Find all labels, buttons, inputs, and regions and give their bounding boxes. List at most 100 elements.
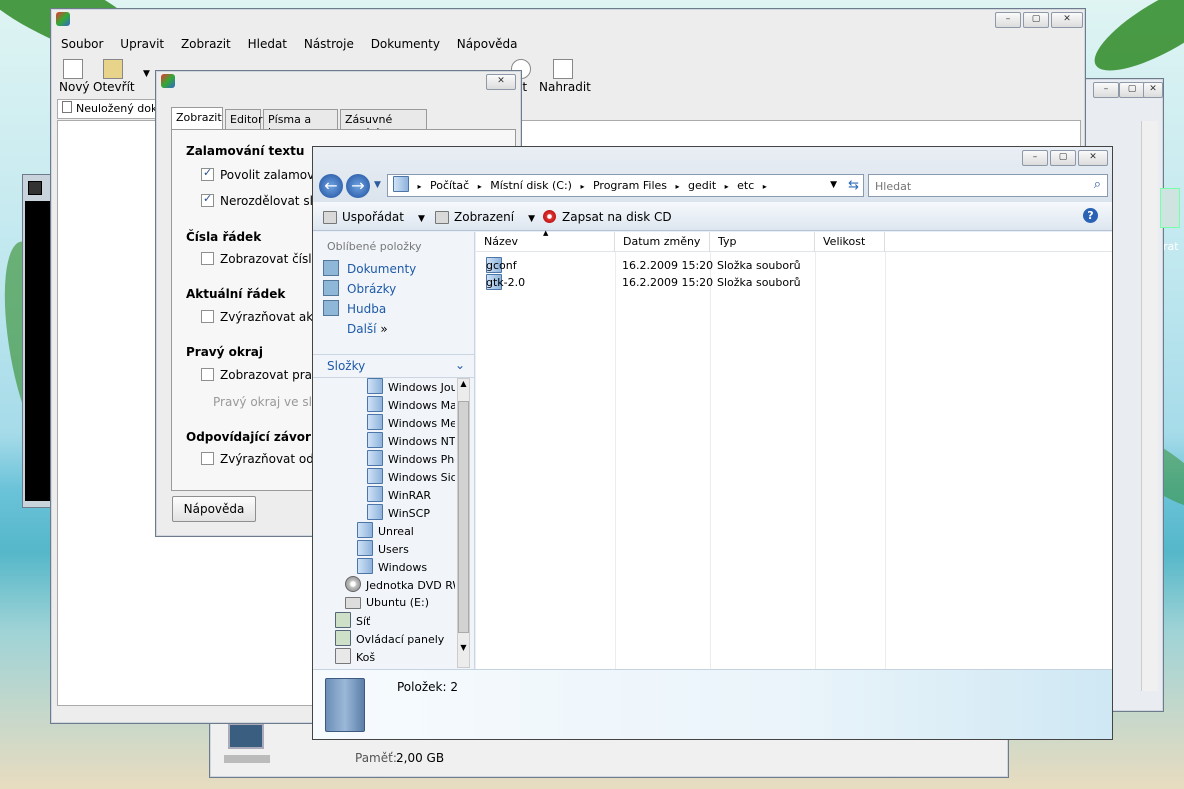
tree-item[interactable]: Unreal (333, 522, 455, 540)
folder-icon (367, 504, 383, 520)
help-icon[interactable]: ? (1083, 208, 1098, 223)
column-headers: Název ▲ Datum změny Typ Velikost (476, 229, 1112, 252)
favorite-music[interactable]: Hudba (323, 300, 416, 320)
tree-item[interactable]: WinSCP (333, 504, 455, 522)
breadcrumb-etc[interactable]: etc (737, 179, 754, 192)
tab-view[interactable]: Zobrazit (171, 107, 223, 129)
menu-help[interactable]: Nápověda (457, 37, 518, 51)
close-button[interactable]: ✕ (486, 74, 516, 90)
tree-item[interactable]: Windows Mail (333, 396, 455, 414)
menu-tools[interactable]: Nástroje (304, 37, 354, 51)
tree-item[interactable]: Windows Sideb (333, 468, 455, 486)
tree-item[interactable]: Windows Photo (333, 450, 455, 468)
menu-file[interactable]: Soubor (61, 37, 103, 51)
favorite-pictures[interactable]: Obrázky (323, 280, 416, 300)
tab-fonts-colors[interactable]: Písma a barvy (263, 109, 338, 139)
menu-documents[interactable]: Dokumenty (371, 37, 440, 51)
tab-editor[interactable]: Editor (225, 109, 263, 129)
terminal-window[interactable] (22, 174, 52, 508)
maximize-button[interactable]: ▢ (1050, 150, 1076, 166)
tree-item[interactable]: Koš (333, 648, 455, 666)
terminal-icon (28, 181, 42, 195)
tree-item[interactable]: Users (333, 540, 455, 558)
folder-icon (367, 378, 383, 394)
scroll-thumb[interactable] (458, 401, 469, 633)
breadcrumb-gedit[interactable]: gedit (688, 179, 716, 192)
section-right-margin: Pravý okraj (186, 345, 263, 359)
open-button[interactable]: Otevřít (93, 59, 135, 94)
search-input[interactable] (873, 179, 1077, 194)
file-row[interactable]: gconf 16.2.2009 15:20 Složka souborů (486, 257, 886, 274)
views-icon (435, 211, 449, 224)
menu-search[interactable]: Hledat (248, 37, 287, 51)
memory-label: Paměť: (355, 751, 397, 765)
new-button[interactable]: Nový (59, 59, 90, 94)
close-button[interactable]: ✕ (1078, 150, 1108, 166)
file-row[interactable]: gtk-2.0 16.2.2009 15:20 Složka souborů (486, 274, 886, 291)
desktop-icon[interactable] (1160, 188, 1180, 228)
refresh-icon[interactable]: ⇆ (848, 175, 859, 196)
close-button[interactable]: ✕ (1051, 12, 1083, 28)
tree-item[interactable]: Síť (333, 612, 455, 630)
minimize-button[interactable]: – (1093, 82, 1119, 98)
address-bar[interactable]: ▸ Počítač ▸ Místní disk (C:) ▸ Program F… (387, 174, 864, 197)
search-box[interactable]: ⌕ (868, 174, 1108, 197)
folder-icon (357, 540, 373, 556)
breadcrumb-program-files[interactable]: Program Files (593, 179, 667, 192)
scroll-down-arrow[interactable]: ▼ (458, 643, 469, 655)
history-dropdown-icon[interactable]: ▼ (374, 180, 381, 190)
minimize-button[interactable]: – (1022, 150, 1048, 166)
dvd-icon (345, 576, 361, 592)
replace-button[interactable]: Nahradit (539, 59, 591, 94)
maximize-button[interactable]: ▢ (1023, 12, 1049, 28)
column-date[interactable]: Datum změny (615, 232, 710, 252)
folder-icon (357, 558, 373, 574)
gedit-app-icon (56, 12, 70, 26)
maximize-button[interactable]: ▢ (1119, 82, 1145, 98)
back-arrow-icon[interactable]: ← (319, 174, 343, 198)
favorite-documents[interactable]: Dokumenty (323, 260, 416, 280)
folder-icon (367, 432, 383, 448)
tree-item[interactable]: Ubuntu (E:) (333, 594, 455, 612)
tree-item[interactable]: Windows NT (333, 432, 455, 450)
drive-icon (345, 597, 361, 609)
computer-folder-icon (393, 176, 409, 192)
burn-cd-button[interactable]: Zapsat na disk CD (543, 210, 672, 224)
tree-scrollbar[interactable]: ▲ ▼ (457, 378, 470, 668)
close-button[interactable]: ✕ (1143, 82, 1163, 98)
column-size[interactable]: Velikost (815, 232, 885, 252)
new-document-icon (63, 59, 83, 79)
tree-item[interactable]: Ovládací panely (333, 630, 455, 648)
breadcrumb-local-disk[interactable]: Místní disk (C:) (490, 179, 572, 192)
search-icon[interactable]: ⌕ (1094, 177, 1101, 192)
views-button[interactable]: Zobrazení ▼ (435, 210, 535, 224)
organize-button[interactable]: Uspořádat ▼ (323, 210, 425, 224)
explorer-window[interactable]: – ▢ ✕ ← → ▼ ▸ Počítač ▸ Místní disk (C:)… (312, 146, 1113, 740)
section-current-line: Aktuální řádek (186, 287, 286, 301)
tree-item[interactable]: Jednotka DVD RW (333, 576, 455, 594)
folder-icon (367, 486, 383, 502)
chevron-down-icon: ▼ (528, 214, 536, 224)
menu-edit[interactable]: Upravit (120, 37, 164, 51)
scrollbar[interactable] (1141, 121, 1158, 691)
burn-disc-icon (543, 210, 556, 223)
forward-arrow-icon[interactable]: → (346, 174, 370, 198)
folders-header[interactable]: Složky ⌄ (313, 354, 474, 378)
menu-view[interactable]: Zobrazit (181, 37, 231, 51)
breadcrumb-computer[interactable]: Počítač (430, 179, 469, 192)
palm-leaf (1083, 0, 1184, 87)
menu-bar: Soubor Upravit Zobrazit Hledat Nástroje … (61, 37, 531, 51)
folder-large-icon (325, 678, 365, 732)
tab-plugins[interactable]: Zásuvné moduly (340, 109, 427, 139)
tree-item[interactable]: Windows Media (333, 414, 455, 432)
scroll-up-arrow[interactable]: ▲ (458, 379, 469, 391)
help-button[interactable]: Nápověda (172, 496, 256, 522)
open-dropdown-arrow[interactable]: ▼ (143, 69, 150, 79)
tree-item[interactable]: Windows Journ (333, 378, 455, 396)
address-dropdown-icon[interactable]: ▼ (830, 175, 837, 196)
column-type[interactable]: Typ (710, 232, 815, 252)
tree-item[interactable]: WinRAR (333, 486, 455, 504)
favorites-more[interactable]: Další » (323, 320, 416, 340)
tree-item[interactable]: Windows (333, 558, 455, 576)
minimize-button[interactable]: – (995, 12, 1021, 28)
